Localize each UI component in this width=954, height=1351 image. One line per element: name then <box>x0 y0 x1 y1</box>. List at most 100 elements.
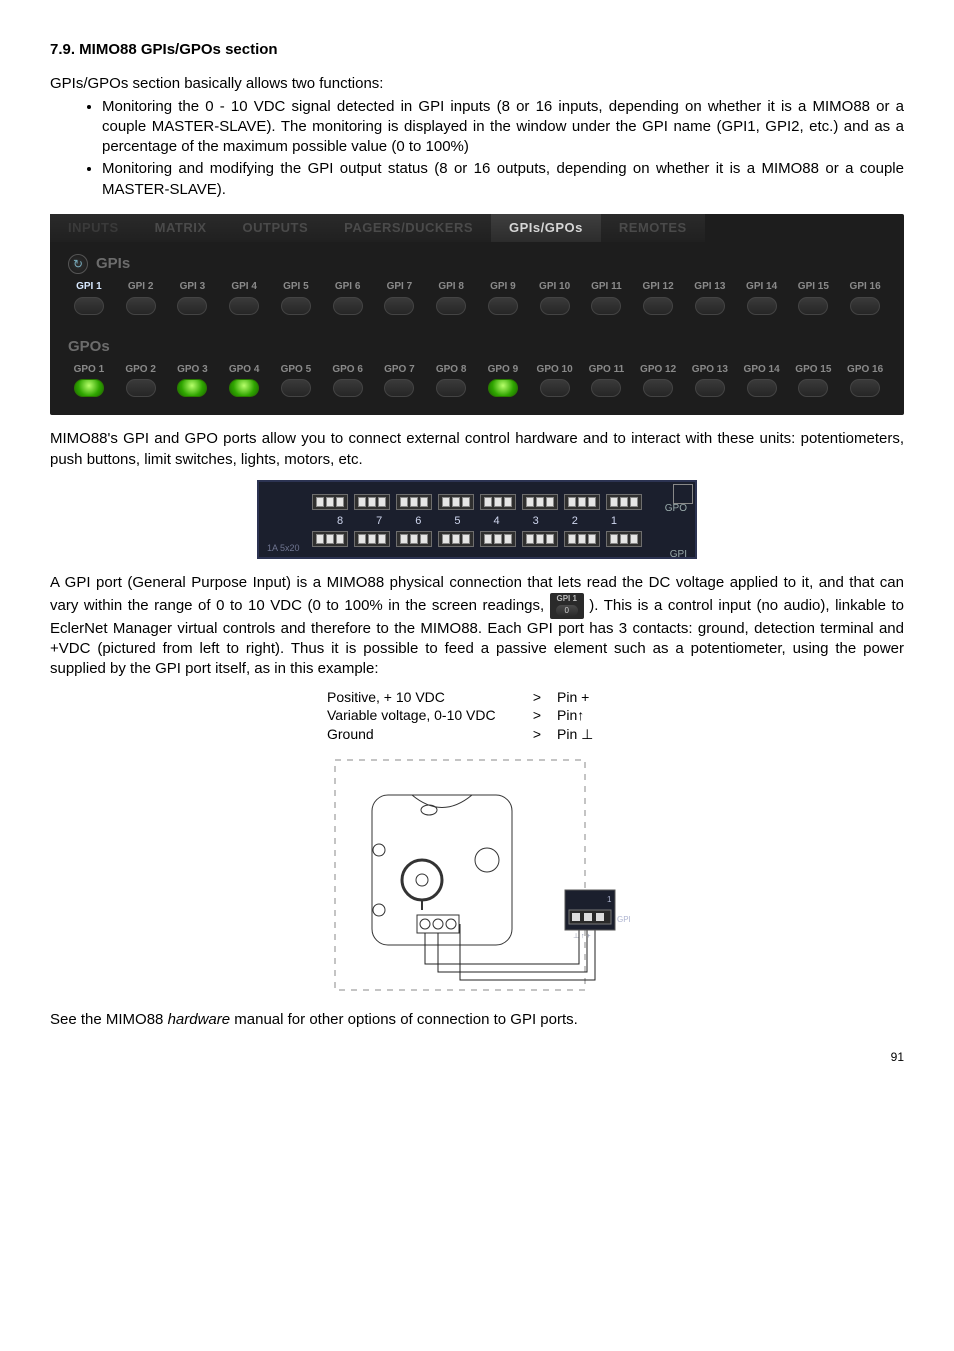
gpi-port: GPI 1 <box>68 280 110 315</box>
gpi-port-label: GPI 14 <box>741 280 783 294</box>
pin-arrow: > <box>517 688 557 707</box>
gpo-led[interactable] <box>798 379 828 397</box>
gpis-group-title: GPIs <box>96 254 130 274</box>
gpo-led[interactable] <box>643 379 673 397</box>
gpi-led <box>436 297 466 315</box>
gpo-led[interactable] <box>74 379 104 397</box>
gpo-led[interactable] <box>591 379 621 397</box>
gpo-port[interactable]: GPO 8 <box>430 363 472 398</box>
pin-desc: Variable voltage, 0-10 VDC <box>327 706 517 725</box>
gpo-port[interactable]: GPO 1 <box>68 363 110 398</box>
connector-number: 7 <box>376 514 382 529</box>
section-heading: 7.9. MIMO88 GPIs/GPOs section <box>50 40 904 60</box>
gpo-port[interactable]: GPO 4 <box>223 363 265 398</box>
pin-arrow: > <box>517 725 557 744</box>
gpo-port[interactable]: GPO 10 <box>534 363 576 398</box>
connector-block <box>354 494 390 510</box>
gpi-reading-badge: GPI 1 0 <box>550 593 584 619</box>
pin-row: Positive, + 10 VDC>Pin + <box>327 688 627 707</box>
gpo-port[interactable]: GPO 14 <box>741 363 783 398</box>
connector-block <box>354 531 390 547</box>
gpis-gpos-panel: INPUTS MATRIX OUTPUTS PAGERS/DUCKERS GPI… <box>50 214 904 416</box>
connector-number: 4 <box>494 514 500 529</box>
connector-block <box>606 531 642 547</box>
gpo-led[interactable] <box>540 379 570 397</box>
gpo-port[interactable]: GPO 16 <box>844 363 886 398</box>
connector-block <box>522 494 558 510</box>
tab-matrix[interactable]: MATRIX <box>137 214 225 242</box>
gpo-port-label: GPO 8 <box>430 363 472 377</box>
gpi-led <box>281 297 311 315</box>
connector-block <box>438 494 474 510</box>
gpi-port: GPI 9 <box>482 280 524 315</box>
closing-em: hardware <box>168 1011 231 1028</box>
gpi-port: GPI 12 <box>637 280 679 315</box>
gpi-led <box>747 297 777 315</box>
gpo-port[interactable]: GPO 11 <box>586 363 628 398</box>
gpi-ports-row: GPI 1GPI 2GPI 3GPI 4GPI 5GPI 6GPI 7GPI 8… <box>68 280 886 315</box>
gpi-port-label: GPI 5 <box>275 280 317 294</box>
gpi-port: GPI 8 <box>430 280 472 315</box>
connector-block <box>480 531 516 547</box>
gpo-led[interactable] <box>229 379 259 397</box>
connector-number: 6 <box>415 514 421 529</box>
gpi-port: GPI 2 <box>120 280 162 315</box>
closing-post: manual for other options of connection t… <box>230 1011 578 1028</box>
gpo-led[interactable] <box>384 379 414 397</box>
gpi-port: GPI 14 <box>741 280 783 315</box>
gpi-led <box>74 297 104 315</box>
gpo-led[interactable] <box>281 379 311 397</box>
gpo-led[interactable] <box>436 379 466 397</box>
gpo-port-label: GPO 7 <box>379 363 421 377</box>
gpi-port-description: A GPI port (General Purpose Input) is a … <box>50 573 904 680</box>
gpo-port[interactable]: GPO 7 <box>379 363 421 398</box>
gpi-label: GPI <box>670 548 687 562</box>
connector-number: 1 <box>611 514 617 529</box>
gpo-port-label: GPO 13 <box>689 363 731 377</box>
gpo-led[interactable] <box>695 379 725 397</box>
tab-remotes[interactable]: REMOTES <box>601 214 705 242</box>
gpo-port-label: GPO 9 <box>482 363 524 377</box>
gpo-port-label: GPO 12 <box>637 363 679 377</box>
gpi-port: GPI 7 <box>379 280 421 315</box>
gpi-port-label: GPI 8 <box>430 280 472 294</box>
gpi-led <box>591 297 621 315</box>
tab-pagers[interactable]: PAGERS/DUCKERS <box>326 214 491 242</box>
gpi-port: GPI 10 <box>534 280 576 315</box>
gpi-led <box>695 297 725 315</box>
page-number: 91 <box>50 1049 904 1065</box>
gpi-led <box>229 297 259 315</box>
gpo-port-label: GPO 6 <box>327 363 369 377</box>
gpo-led[interactable] <box>850 379 880 397</box>
bullet-2: Monitoring and modifying the GPI output … <box>102 159 904 200</box>
gpo-port[interactable]: GPO 3 <box>172 363 214 398</box>
gpi-port-label: GPI 3 <box>172 280 214 294</box>
gpi-badge-value: 0 <box>556 605 578 616</box>
pin-arrow: > <box>517 706 557 725</box>
tab-outputs[interactable]: OUTPUTS <box>225 214 327 242</box>
gpi-led <box>384 297 414 315</box>
gpo-port[interactable]: GPO 13 <box>689 363 731 398</box>
gpo-port-label: GPO 10 <box>534 363 576 377</box>
refresh-icon[interactable]: ↻ <box>68 254 88 274</box>
pin-desc: Positive, + 10 VDC <box>327 688 517 707</box>
connector-block <box>396 531 432 547</box>
connector-block <box>438 531 474 547</box>
gpo-led[interactable] <box>333 379 363 397</box>
gpi-port-label: GPI 12 <box>637 280 679 294</box>
gpo-led[interactable] <box>488 379 518 397</box>
gpo-port[interactable]: GPO 2 <box>120 363 162 398</box>
gpo-led[interactable] <box>126 379 156 397</box>
connector-numbers: 87654321 <box>269 514 685 529</box>
gpo-port[interactable]: GPO 9 <box>482 363 524 398</box>
gpo-port[interactable]: GPO 6 <box>327 363 369 398</box>
gpo-port[interactable]: GPO 12 <box>637 363 679 398</box>
gpo-port[interactable]: GPO 15 <box>793 363 835 398</box>
pin-mapping-table: Positive, + 10 VDC>Pin +Variable voltage… <box>327 688 627 745</box>
tab-inputs[interactable]: INPUTS <box>50 214 137 242</box>
gpo-port[interactable]: GPO 5 <box>275 363 317 398</box>
gpo-led[interactable] <box>747 379 777 397</box>
gpo-led[interactable] <box>177 379 207 397</box>
gpo-port-label: GPO 4 <box>223 363 265 377</box>
tab-gpis-gpos[interactable]: GPIs/GPOs <box>491 214 601 242</box>
